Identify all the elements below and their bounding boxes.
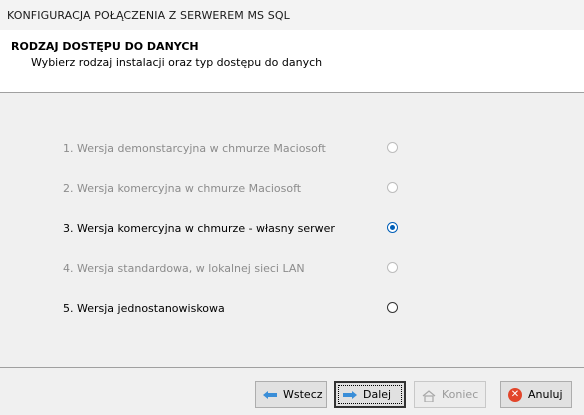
options-panel: 1. Wersja demonstarcyjna w chmurze Macio… xyxy=(0,93,584,366)
next-button-label: Dalej xyxy=(363,388,392,401)
finish-button-label: Koniec xyxy=(442,388,479,401)
option-standard-lan: 4. Wersja standardowa, w lokalnej sieci … xyxy=(63,260,408,278)
cancel-button[interactable]: ✕ Anuluj xyxy=(500,381,572,408)
wizard-footer: Wstecz Dalej Koniec ✕ Anuluj xyxy=(0,368,584,415)
home-icon xyxy=(420,387,438,403)
window-title: KONFIGURACJA POŁĄCZENIA Z SERWEREM MS SQ… xyxy=(7,9,290,22)
header-subtitle: Wybierz rodzaj instalacji oraz typ dostę… xyxy=(31,56,323,69)
title-bar: KONFIGURACJA POŁĄCZENIA Z SERWEREM MS SQ… xyxy=(0,0,584,30)
option-single-station[interactable]: 5. Wersja jednostanowiskowa xyxy=(63,300,408,318)
next-button[interactable]: Dalej xyxy=(334,381,406,408)
header-title: RODZAJ DOSTĘPU DO DANYCH xyxy=(11,40,199,53)
arrow-left-icon xyxy=(261,387,279,403)
option-label: 2. Wersja komercyjna w chmurze Maciosoft xyxy=(63,182,302,195)
finish-button: Koniec xyxy=(414,381,486,408)
cancel-button-label: Anuluj xyxy=(528,388,563,401)
option-label: 1. Wersja demonstarcyjna w chmurze Macio… xyxy=(63,142,326,155)
option-demo-cloud: 1. Wersja demonstarcyjna w chmurze Macio… xyxy=(63,140,408,158)
option-radio[interactable] xyxy=(387,222,398,233)
cancel-x-icon: ✕ xyxy=(506,387,524,403)
option-commercial-cloud: 2. Wersja komercyjna w chmurze Maciosoft xyxy=(63,180,408,198)
option-label: 4. Wersja standardowa, w lokalnej sieci … xyxy=(63,262,305,275)
wizard-header: RODZAJ DOSTĘPU DO DANYCH Wybierz rodzaj … xyxy=(0,30,584,93)
option-commercial-own-server[interactable]: 3. Wersja komercyjna w chmurze - własny … xyxy=(63,220,408,238)
option-radio xyxy=(387,142,398,153)
option-radio xyxy=(387,182,398,193)
option-radio xyxy=(387,262,398,273)
option-label: 5. Wersja jednostanowiskowa xyxy=(63,302,225,315)
option-radio[interactable] xyxy=(387,302,398,313)
option-label: 3. Wersja komercyjna w chmurze - własny … xyxy=(63,222,335,235)
arrow-right-icon xyxy=(341,387,359,403)
back-button-label: Wstecz xyxy=(283,388,323,401)
back-button[interactable]: Wstecz xyxy=(255,381,327,408)
